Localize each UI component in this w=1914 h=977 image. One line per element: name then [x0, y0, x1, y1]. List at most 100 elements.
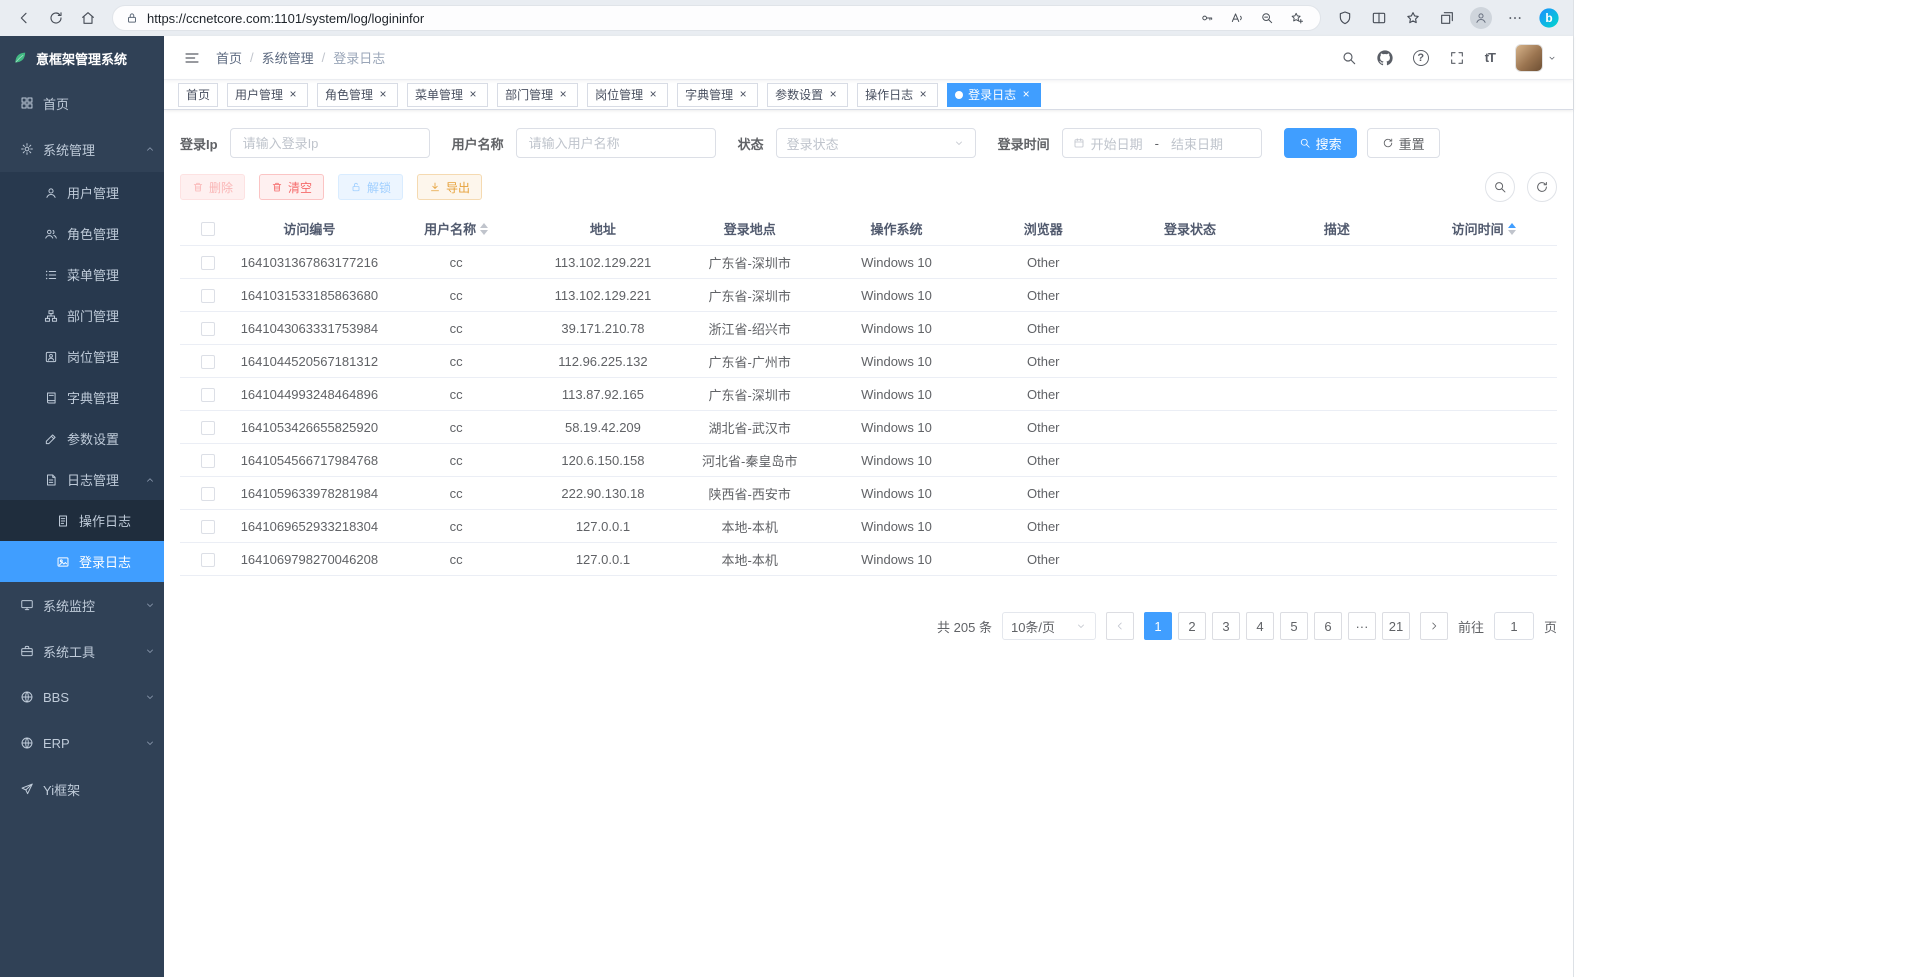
tab-user-mgmt[interactable]: 用户管理× [227, 83, 308, 107]
split-screen-icon[interactable] [1365, 4, 1393, 32]
table-row[interactable]: 1641053426655825920 cc 58.19.42.209 湖北省-… [180, 411, 1557, 444]
login-time-range-picker[interactable]: 开始日期 - 结束日期 [1062, 128, 1262, 158]
table-row[interactable]: 1641059633978281984 cc 222.90.130.18 陕西省… [180, 477, 1557, 510]
row-checkbox[interactable] [201, 355, 215, 369]
sidebar-item-post-mgmt[interactable]: 岗位管理 [0, 336, 164, 377]
close-icon[interactable]: × [826, 88, 840, 102]
sidebar-item-yi-framework[interactable]: Yi框架 [0, 766, 164, 812]
browser-back-button[interactable] [10, 4, 38, 32]
close-icon[interactable]: × [916, 88, 930, 102]
clear-button[interactable]: 清空 [259, 174, 324, 200]
close-icon[interactable]: × [376, 88, 390, 102]
sidebar-item-log-mgmt[interactable]: 日志管理 [0, 459, 164, 500]
row-checkbox[interactable] [201, 388, 215, 402]
row-checkbox[interactable] [201, 256, 215, 270]
col-header-visit-time[interactable]: 访问时间 [1452, 219, 1516, 238]
page-button-3[interactable]: 3 [1212, 612, 1240, 640]
page-button-1[interactable]: 1 [1144, 612, 1172, 640]
export-button[interactable]: 导出 [417, 174, 482, 200]
sidebar-item-dept-mgmt[interactable]: 部门管理 [0, 295, 164, 336]
sidebar-item-system-tools[interactable]: 系统工具 [0, 628, 164, 674]
user-name-input[interactable] [516, 128, 716, 158]
select-all-checkbox[interactable] [201, 222, 215, 236]
toggle-search-button[interactable] [1485, 172, 1515, 202]
tab-param-settings[interactable]: 参数设置× [767, 83, 848, 107]
table-row[interactable]: 1641031533185863680 cc 113.102.129.221 广… [180, 279, 1557, 312]
table-row[interactable]: 1641069652933218304 cc 127.0.0.1 本地-本机 W… [180, 510, 1557, 543]
header-search-button[interactable] [1341, 50, 1357, 66]
tab-oper-log[interactable]: 操作日志× [857, 83, 938, 107]
close-icon[interactable]: × [556, 88, 570, 102]
refresh-table-button[interactable] [1527, 172, 1557, 202]
sidebar-item-login-log[interactable]: 登录日志 [0, 541, 164, 582]
sidebar-item-bbs[interactable]: BBS [0, 674, 164, 720]
row-checkbox[interactable] [201, 421, 215, 435]
tab-menu-mgmt[interactable]: 菜单管理× [407, 83, 488, 107]
tab-dept-mgmt[interactable]: 部门管理× [497, 83, 578, 107]
sidebar-item-system-monitor[interactable]: 系统监控 [0, 582, 164, 628]
read-aloud-icon[interactable] [1226, 7, 1248, 29]
close-icon[interactable]: × [736, 88, 750, 102]
table-row[interactable]: 1641044993248464896 cc 113.87.92.165 广东省… [180, 378, 1557, 411]
row-checkbox[interactable] [201, 487, 215, 501]
zoom-out-icon[interactable] [1256, 7, 1278, 29]
browser-profile-button[interactable] [1467, 4, 1495, 32]
table-row[interactable]: 1641069798270046208 cc 127.0.0.1 本地-本机 W… [180, 543, 1557, 576]
tab-post-mgmt[interactable]: 岗位管理× [587, 83, 668, 107]
sidebar-item-oper-log[interactable]: 操作日志 [0, 500, 164, 541]
copilot-bing-button[interactable]: b [1535, 4, 1563, 32]
more-pages-button[interactable]: ··· [1348, 612, 1376, 640]
row-checkbox[interactable] [201, 289, 215, 303]
breadcrumb-home[interactable]: 首页 [216, 48, 242, 67]
row-checkbox[interactable] [201, 322, 215, 336]
delete-button[interactable]: 删除 [180, 174, 245, 200]
table-row[interactable]: 1641043063331753984 cc 39.171.210.78 浙江省… [180, 312, 1557, 345]
goto-page-input[interactable] [1494, 612, 1534, 640]
row-checkbox[interactable] [201, 454, 215, 468]
font-size-button[interactable]: tT [1485, 50, 1495, 65]
table-row[interactable]: 1641031367863177216 cc 113.102.129.221 广… [180, 246, 1557, 279]
page-button-4[interactable]: 4 [1246, 612, 1274, 640]
sidebar-item-param-settings[interactable]: 参数设置 [0, 418, 164, 459]
user-menu[interactable] [1515, 44, 1557, 72]
fullscreen-button[interactable] [1449, 50, 1465, 66]
login-ip-input[interactable] [230, 128, 430, 158]
sidebar-item-erp[interactable]: ERP [0, 720, 164, 766]
favorites-icon[interactable] [1399, 4, 1427, 32]
add-favorite-star-icon[interactable] [1286, 7, 1308, 29]
browser-more-menu[interactable] [1501, 4, 1529, 32]
tab-role-mgmt[interactable]: 角色管理× [317, 83, 398, 107]
browser-home-button[interactable] [74, 4, 102, 32]
page-button-5[interactable]: 5 [1280, 612, 1308, 640]
close-icon[interactable]: × [466, 88, 480, 102]
address-bar[interactable]: https://ccnetcore.com:1101/system/log/lo… [112, 5, 1321, 31]
unlock-button[interactable]: 解锁 [338, 174, 403, 200]
browser-extension-icon[interactable] [1331, 4, 1359, 32]
browser-refresh-button[interactable] [42, 4, 70, 32]
next-page-button[interactable] [1420, 612, 1448, 640]
page-button-21[interactable]: 21 [1382, 612, 1410, 640]
close-icon[interactable]: × [286, 88, 300, 102]
reset-button[interactable]: 重置 [1367, 128, 1440, 158]
close-icon[interactable]: × [1019, 88, 1033, 102]
table-row[interactable]: 1641044520567181312 cc 112.96.225.132 广东… [180, 345, 1557, 378]
page-button-6[interactable]: 6 [1314, 612, 1342, 640]
sidebar-item-menu-mgmt[interactable]: 菜单管理 [0, 254, 164, 295]
collections-icon[interactable] [1433, 4, 1461, 32]
status-select[interactable]: 登录状态 [776, 128, 976, 158]
row-checkbox[interactable] [201, 520, 215, 534]
col-header-user-name[interactable]: 用户名称 [424, 219, 488, 238]
sidebar-item-dict-mgmt[interactable]: 字典管理 [0, 377, 164, 418]
sidebar-item-user-mgmt[interactable]: 用户管理 [0, 172, 164, 213]
breadcrumb-system-mgmt[interactable]: 系统管理 [262, 48, 314, 67]
row-checkbox[interactable] [201, 553, 215, 567]
help-button[interactable]: ? [1413, 50, 1429, 66]
table-row[interactable]: 1641054566717984768 cc 120.6.150.158 河北省… [180, 444, 1557, 477]
sidebar-toggle-button[interactable] [180, 46, 204, 70]
tab-home[interactable]: 首页 [178, 83, 218, 107]
sidebar-item-system-mgmt[interactable]: 系统管理 [0, 126, 164, 172]
tab-dict-mgmt[interactable]: 字典管理× [677, 83, 758, 107]
search-button[interactable]: 搜索 [1284, 128, 1357, 158]
sidebar-item-home[interactable]: 首页 [0, 80, 164, 126]
page-button-2[interactable]: 2 [1178, 612, 1206, 640]
